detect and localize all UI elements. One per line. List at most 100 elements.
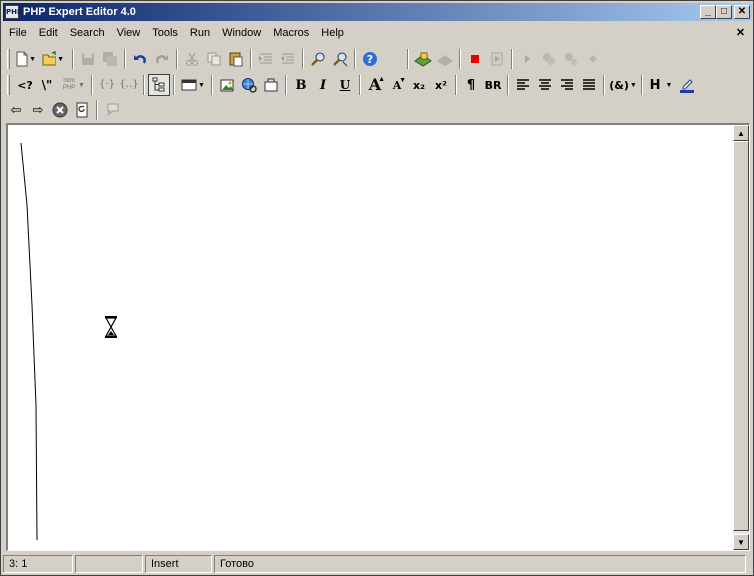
align-left-button[interactable] bbox=[512, 74, 534, 96]
step-icon bbox=[525, 55, 530, 63]
save-all-icon bbox=[103, 52, 117, 66]
indent-button[interactable] bbox=[255, 48, 277, 70]
insert-image-button[interactable] bbox=[216, 74, 238, 96]
scroll-up-button[interactable]: ▲ bbox=[733, 125, 749, 141]
scroll-down-button[interactable]: ▼ bbox=[733, 534, 749, 550]
window-template-button[interactable]: ▼ bbox=[178, 74, 208, 96]
menu-file[interactable]: File bbox=[3, 23, 33, 43]
help-button[interactable]: ? bbox=[359, 48, 381, 70]
save-button[interactable] bbox=[77, 48, 99, 70]
browse-comment-button[interactable] bbox=[101, 99, 123, 121]
italic-label: I bbox=[319, 77, 327, 93]
line-break-button[interactable]: BR bbox=[482, 74, 504, 96]
menu-edit[interactable]: Edit bbox=[33, 23, 64, 43]
toolbar-grip[interactable] bbox=[7, 49, 10, 69]
quote-icon: \" bbox=[41, 78, 53, 92]
underline-button[interactable]: U bbox=[334, 74, 356, 96]
tag-unwrap-button[interactable]: {‥} bbox=[118, 74, 140, 96]
align-justify-icon bbox=[583, 79, 595, 90]
new-file-button[interactable]: ▼ bbox=[14, 48, 36, 70]
tree-icon bbox=[152, 77, 165, 92]
debug-step-button[interactable] bbox=[560, 48, 582, 70]
chevron-down-icon[interactable]: ▼ bbox=[29, 56, 36, 63]
italic-button[interactable]: I bbox=[312, 74, 334, 96]
superscript-button[interactable]: x² bbox=[430, 74, 452, 96]
redo-icon bbox=[156, 55, 168, 64]
php-quote-button[interactable]: \" bbox=[36, 74, 58, 96]
scroll-thumb[interactable] bbox=[733, 141, 749, 531]
debug-button[interactable] bbox=[538, 48, 560, 70]
code-editor[interactable]: ▲ ▼ bbox=[6, 123, 750, 551]
vertical-scrollbar[interactable]: ▲ ▼ bbox=[733, 125, 749, 550]
chevron-down-icon[interactable]: ▼ bbox=[198, 82, 205, 89]
paragraph-button[interactable]: ¶ bbox=[460, 74, 482, 96]
undo-button[interactable] bbox=[129, 48, 151, 70]
arrow-right-icon: ⇨ bbox=[32, 102, 44, 118]
chevron-down-icon[interactable]: ▼ bbox=[630, 82, 637, 89]
font-bigger-button[interactable]: A ▲ bbox=[364, 74, 386, 96]
subscript-button[interactable]: x₂ bbox=[408, 74, 430, 96]
debug-icon bbox=[543, 53, 555, 65]
insert-form-button[interactable] bbox=[260, 74, 282, 96]
document-close-button[interactable]: ✕ bbox=[733, 26, 748, 40]
step-button[interactable] bbox=[516, 48, 538, 70]
toolbar-separator bbox=[359, 75, 361, 95]
text-caret-line bbox=[20, 142, 38, 541]
replace-button[interactable] bbox=[329, 48, 351, 70]
align-justify-button[interactable] bbox=[578, 74, 600, 96]
run-button[interactable] bbox=[486, 48, 508, 70]
menu-tools[interactable]: Tools bbox=[146, 23, 184, 43]
chevron-down-icon[interactable]: ▼ bbox=[665, 82, 672, 89]
menu-run[interactable]: Run bbox=[184, 23, 216, 43]
refresh-button[interactable] bbox=[71, 99, 93, 121]
align-right-button[interactable] bbox=[556, 74, 578, 96]
chevron-down-icon[interactable]: ▼ bbox=[57, 56, 64, 63]
align-center-button[interactable] bbox=[534, 74, 556, 96]
insert-link-button[interactable] bbox=[238, 74, 260, 96]
minimize-button[interactable]: _ bbox=[700, 5, 716, 19]
outdent-button[interactable] bbox=[277, 48, 299, 70]
bold-button[interactable]: B bbox=[290, 74, 312, 96]
toolbar-separator bbox=[455, 75, 457, 95]
menu-help[interactable]: Help bbox=[315, 23, 350, 43]
toolbar-grip[interactable] bbox=[7, 75, 10, 95]
menu-view[interactable]: View bbox=[111, 23, 147, 43]
arrow-left-icon: ⇦ bbox=[10, 102, 22, 118]
folder-open-icon bbox=[42, 51, 57, 66]
cut-button[interactable] bbox=[181, 48, 203, 70]
code-explorer-toggle[interactable] bbox=[148, 74, 170, 96]
chevron-down-icon[interactable]: ▼ bbox=[78, 82, 85, 89]
align-center-icon bbox=[539, 79, 551, 90]
redo-button[interactable] bbox=[151, 48, 173, 70]
title-bar[interactable]: PHP PHP Expert Editor 4.0 _ □ ✕ bbox=[3, 3, 752, 21]
tag-wrap-button[interactable]: {·} bbox=[96, 74, 118, 96]
entity-button[interactable]: (&) ▼ bbox=[608, 74, 638, 96]
paragraph-label: ¶ bbox=[466, 77, 476, 93]
menu-macros[interactable]: Macros bbox=[267, 23, 315, 43]
preview-external-button[interactable] bbox=[434, 48, 456, 70]
stop-button[interactable] bbox=[464, 48, 486, 70]
save-all-button[interactable] bbox=[99, 48, 121, 70]
font-smaller-button[interactable]: A ▼ bbox=[386, 74, 408, 96]
undo-icon bbox=[134, 55, 146, 64]
menu-search[interactable]: Search bbox=[64, 23, 111, 43]
heading-button[interactable]: H ▼ bbox=[646, 74, 676, 96]
maximize-button[interactable]: □ bbox=[716, 5, 732, 19]
stop-loading-button[interactable] bbox=[49, 99, 71, 121]
stop-circle-icon bbox=[52, 102, 68, 118]
close-button[interactable]: ✕ bbox=[734, 5, 750, 19]
toolbar-separator bbox=[603, 75, 605, 95]
breakpoint-button[interactable] bbox=[582, 48, 604, 70]
html-php-button[interactable]: html PHP ▼ bbox=[58, 74, 88, 96]
back-button[interactable]: ⇦ bbox=[5, 99, 27, 121]
preview-button[interactable] bbox=[412, 48, 434, 70]
menu-window[interactable]: Window bbox=[216, 23, 267, 43]
text-color-button[interactable] bbox=[676, 74, 698, 96]
copy-button[interactable] bbox=[203, 48, 225, 70]
find-button[interactable] bbox=[307, 48, 329, 70]
form-icon bbox=[264, 78, 278, 92]
open-file-button[interactable]: ▼ bbox=[42, 48, 64, 70]
php-tag-button[interactable]: <? bbox=[14, 74, 36, 96]
paste-button[interactable] bbox=[225, 48, 247, 70]
forward-button[interactable]: ⇨ bbox=[27, 99, 49, 121]
